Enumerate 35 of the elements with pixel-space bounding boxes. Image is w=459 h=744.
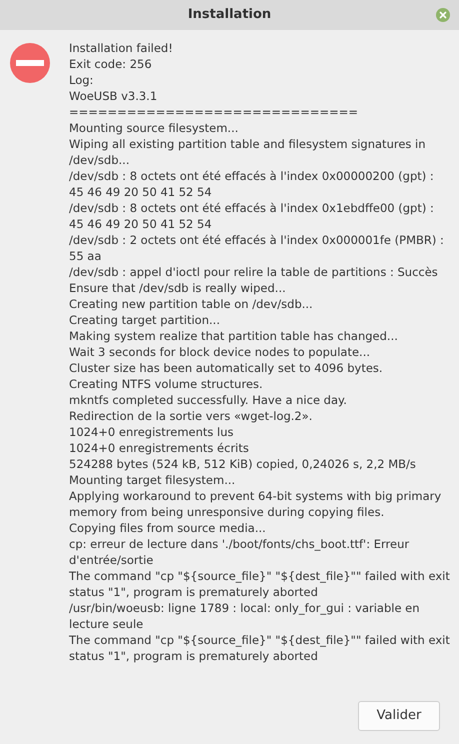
log-line: The command "cp "${source_file}" "${dest_file}"" failed with exit status "1", program is prematurely aborted [69, 632, 451, 664]
log-line: Wiping all existing partition table and filesystem signatures in /dev/sdb... [69, 136, 427, 168]
log-line: /dev/sdb : appel d'ioctl pour relire la table de partitions : Succès [69, 264, 439, 280]
log-line: Exit code: 256 [69, 56, 153, 72]
log-line: Ensure that /dev/sdb is really wiped... [69, 280, 287, 296]
log-line: 524288 bytes (524 kB, 512 KiB) copied, 0,24026 s, 2,2 MB/s [69, 456, 417, 472]
log-line: 1024+0 enregistrements lus [69, 424, 235, 440]
log-line: Copying files from source media... [69, 520, 267, 536]
log-line: Creating target partition... [69, 312, 221, 328]
log-line: /dev/sdb : 8 octets ont été effacés à l'index 0x1ebdffe00 (gpt) : 45 46 49 20 50 41 52 54 [69, 200, 435, 232]
log-line: Creating NTFS volume structures. [69, 376, 264, 392]
log-line: 1024+0 enregistrements écrits [69, 440, 250, 456]
log-line: Wait 3 seconds for block device nodes to populate... [69, 344, 372, 360]
log-line: Applying workaround to prevent 64-bit systems with big primary memory from being unresponsive during copying files. [69, 488, 442, 520]
log-line: ============================== [69, 104, 360, 120]
log-line: The command "cp "${source_file}" "${dest_file}"" failed with exit status "1", program is prematurely aborted [69, 568, 451, 600]
log-line: Making system realize that partition table has changed... [69, 328, 399, 344]
log-line: Creating new partition table on /dev/sdb... [69, 296, 314, 312]
log-line: WoeUSB v3.3.1 [69, 88, 158, 104]
window-title: Installation [188, 6, 272, 24]
log-line: /dev/sdb : 2 octets ont été effacés à l'index 0x000001fe (PMBR) : 55 aa [69, 232, 445, 264]
validate-button[interactable]: Valider [358, 701, 440, 731]
log-line: Mounting source filesystem... [69, 120, 240, 136]
log-line: /usr/bin/woeusb: ligne 1789 : local: only_for_gui : variable en lecture seule [69, 600, 421, 632]
log-line: Installation failed! [69, 40, 174, 56]
close-button[interactable] [436, 8, 450, 22]
log-line: Mounting target filesystem... [69, 472, 236, 488]
log-line: cp: erreur de lecture dans './boot/fonts/chs_boot.ttf': Erreur d'entrée/sortie [69, 536, 410, 568]
log-line: Redirection de la sortie vers «wget-log.2». [69, 408, 314, 424]
close-icon [439, 11, 447, 19]
log-line: Log: [69, 72, 94, 88]
log-line: Cluster size has been automatically set to 4096 bytes. [69, 360, 384, 376]
error-icon [10, 43, 50, 83]
log-line: mkntfs completed successfully. Have a nice day. [69, 392, 348, 408]
log-line: /dev/sdb : 8 octets ont été effacés à l'index 0x00000200 (gpt) : 45 46 49 20 50 41 52 54 [69, 168, 435, 200]
